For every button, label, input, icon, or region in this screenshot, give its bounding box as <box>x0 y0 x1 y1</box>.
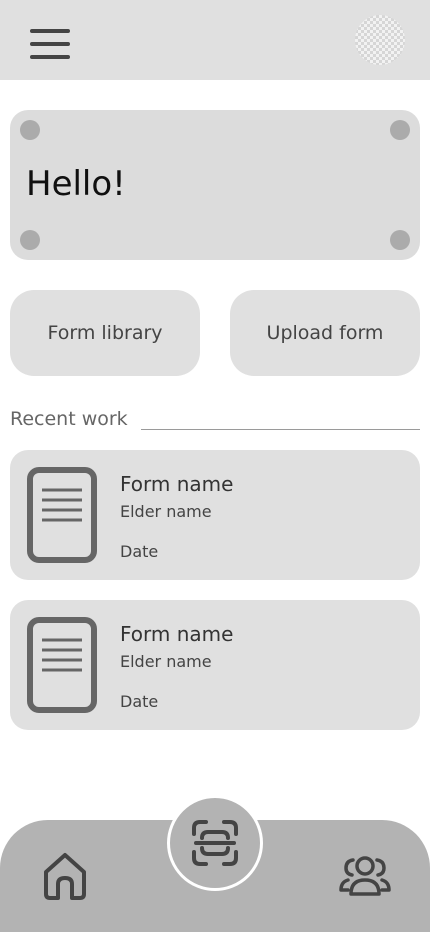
scan-icon <box>192 820 238 866</box>
form-name-label: Form name <box>120 622 234 646</box>
corner-dot-icon <box>390 120 410 140</box>
hamburger-menu-icon[interactable] <box>28 26 72 62</box>
document-icon <box>26 616 98 714</box>
corner-dot-icon <box>390 230 410 250</box>
document-icon <box>26 466 98 564</box>
form-name-label: Form name <box>120 472 234 496</box>
people-icon[interactable] <box>338 852 392 898</box>
recent-work-heading: Recent work <box>10 408 128 430</box>
home-screen: Hello! Form library Upload form Recent w… <box>0 0 430 932</box>
home-icon[interactable] <box>40 850 90 902</box>
upload-form-button[interactable]: Upload form <box>230 290 420 376</box>
date-label: Date <box>120 692 159 711</box>
user-avatar[interactable] <box>355 15 405 65</box>
corner-dot-icon <box>20 230 40 250</box>
recent-work-item[interactable]: Form name Elder name Date <box>10 450 420 580</box>
elder-name-label: Elder name <box>120 502 212 521</box>
section-divider <box>141 429 420 430</box>
date-label: Date <box>120 542 159 561</box>
corner-dot-icon <box>20 120 40 140</box>
recent-work-item[interactable]: Form name Elder name Date <box>10 600 420 730</box>
form-library-button[interactable]: Form library <box>10 290 200 376</box>
elder-name-label: Elder name <box>120 652 212 671</box>
top-bar <box>0 0 430 80</box>
scan-button[interactable] <box>167 795 263 891</box>
greeting-card: Hello! <box>10 110 420 260</box>
greeting-text: Hello! <box>26 164 126 204</box>
